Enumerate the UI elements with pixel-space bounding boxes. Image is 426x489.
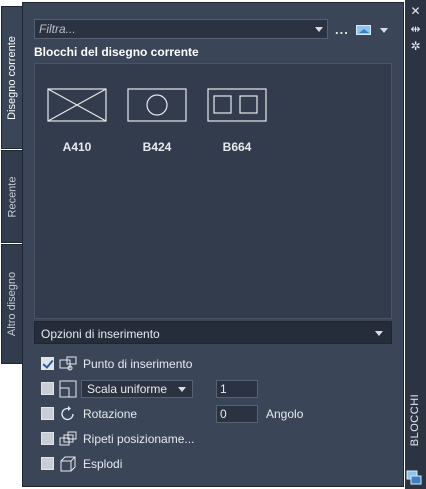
box-circle-icon [127,88,187,122]
chevron-down-icon [178,387,186,392]
more-options-button[interactable]: ... [335,22,349,37]
explode-label: Esplodi [83,457,123,471]
insertion-point-icon [59,356,77,371]
palette-title-bar: ✕ ⇹ ✲ BLOCCHI [405,0,426,489]
scale-checkbox[interactable] [41,382,54,395]
box-cross-icon [47,88,107,122]
filter-input[interactable]: Filtra... [34,19,328,39]
tab-current-drawing[interactable]: Disegno corrente [1,6,23,149]
block-item-b664[interactable]: B664 [205,86,269,154]
explode-icon [60,456,76,472]
palette-title: BLOCCHI [405,380,426,460]
rotation-checkbox[interactable] [41,407,54,420]
blocks-palette-icon [406,470,422,485]
scale-value-input[interactable]: 1 [216,380,258,398]
section-title: Blocchi del disegno corrente [34,45,199,59]
chevron-down-icon[interactable] [315,27,323,32]
scale-icon [59,380,77,398]
rotation-label: Rotazione [83,407,138,421]
insertion-options-title: Opzioni di inserimento [41,327,160,341]
repeat-placement-option: Ripeti posizioname... [41,430,241,448]
block-item-a410[interactable]: A410 [45,86,109,154]
tab-other-drawing[interactable]: Altro disegno [1,244,23,364]
insertion-point-label: Punto di inserimento [83,357,193,371]
scale-mode-value: Scala uniforme [87,382,168,396]
autohide-icon[interactable]: ⇹ [408,22,423,36]
tab-other-drawing-label: Altro disegno [6,271,18,337]
palette-main-panel: Filtra... ... Blocchi del disegno corren… [22,2,404,487]
insertion-point-option: Punto di inserimento [41,355,241,373]
angle-label: Angolo [266,407,304,421]
repeat-placement-icon [59,431,77,446]
block-name: A410 [62,140,92,154]
rotation-option: Rotazione [41,405,211,423]
scale-mode-select[interactable]: Scala uniforme [81,380,193,398]
block-item-b424[interactable]: B424 [125,86,189,154]
tab-recent-label: Recente [6,176,19,217]
palette-title-label: BLOCCHI [409,393,422,447]
close-icon[interactable]: ✕ [408,4,423,18]
explode-checkbox[interactable] [41,457,54,470]
insertion-point-checkbox[interactable] [41,357,54,370]
repeat-placement-label: Ripeti posizioname... [83,432,195,446]
rotation-value-input[interactable]: 0 [216,405,258,423]
tab-current-drawing-label: Disegno corrente [6,35,18,120]
chevron-down-icon[interactable] [375,331,383,336]
thumbnail-view-icon[interactable] [356,25,371,35]
blocks-palette: Disegno corrente Recente Altro disegno F… [0,0,426,489]
repeat-placement-checkbox[interactable] [41,432,54,445]
filter-placeholder: Filtra... [39,22,76,36]
insertion-options-header[interactable]: Opzioni di inserimento [34,321,392,344]
block-name: B424 [142,140,172,154]
properties-icon[interactable]: ✲ [408,39,423,53]
explode-option: Esplodi [41,455,191,473]
blocks-gallery: A410 B424 B664 [34,63,392,319]
view-options-chevron-down-icon[interactable] [380,28,388,33]
rotate-icon [61,406,74,421]
tab-recent[interactable]: Recente [1,150,23,243]
block-name: B664 [222,140,252,154]
box-two-squares-icon [207,88,267,122]
scale-option [41,380,81,398]
